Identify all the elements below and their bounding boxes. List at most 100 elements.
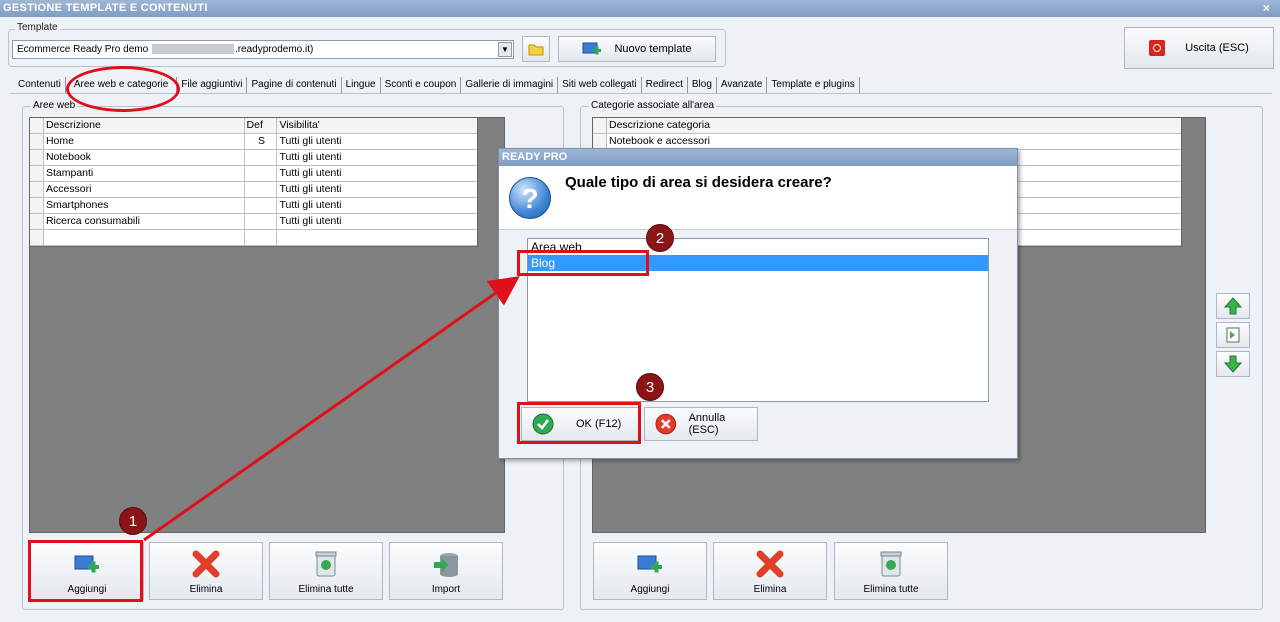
annotation-box-blog [517,250,649,276]
col-visibilita[interactable]: Visibilita' [277,118,477,133]
delete-x-icon [755,550,785,578]
add-category-button[interactable]: Aggiungi [593,542,707,600]
cell-descrizione: Smartphones [44,198,245,213]
categorie-legend: Categorie associate all'area [589,100,717,111]
tab-pagine[interactable]: Pagine di contenuti [247,77,342,94]
cell-descrizione: Notebook [44,150,245,165]
recycle-bin-icon [311,550,341,578]
tab-template-plugins[interactable]: Template e plugins [767,77,860,94]
table-row[interactable]: Notebook Tutti gli utenti [30,150,477,166]
cancel-button[interactable]: Annulla (ESC) [644,407,758,441]
dialog-title: READY PRO [499,149,1017,166]
delete-category-button[interactable]: Elimina [713,542,827,600]
tab-avanzate[interactable]: Avanzate [717,77,768,94]
window-titlebar: GESTIONE TEMPLATE E CONTENUTI × [0,0,1280,17]
annotation-number-3: 3 [636,373,664,401]
reorder-button[interactable] [1216,322,1250,348]
tab-lingue[interactable]: Lingue [342,77,381,94]
move-down-button[interactable] [1216,351,1250,377]
recycle-bin-icon [876,550,906,578]
new-template-label: Nuovo template [614,43,692,55]
dialog-header: ? Quale tipo di area si desidera creare? [499,166,1017,230]
table-row[interactable] [30,230,477,246]
annotation-box-add [28,540,143,602]
new-template-button[interactable]: Nuovo template [558,36,716,62]
delete-all-categories-label: Elimina tutte [863,584,919,595]
cell-def [245,198,278,213]
exit-label: Uscita (ESC) [1185,42,1249,54]
col-descrizione-categoria[interactable]: Descrizione categoria [607,118,1181,133]
power-icon [1149,40,1166,56]
tab-file-aggiuntivi[interactable]: File aggiuntivi [177,77,248,94]
delete-area-label: Elimina [189,584,223,595]
swap-icon [1226,327,1240,343]
cell-descrizione: Ricerca consumabili [44,214,245,229]
delete-category-label: Elimina [753,584,787,595]
aree-web-grid: Descrizione Def Visibilita' Home S Tutti g… [29,117,478,247]
delete-all-areas-button[interactable]: Elimina tutte [269,542,383,600]
add-window-icon [635,550,665,578]
cell-descrizione: Accessori [44,182,245,197]
import-button[interactable]: Import [389,542,503,600]
col-def[interactable]: Def [244,118,278,133]
cell-categoria: Notebook e accessori [609,135,710,147]
move-up-button[interactable] [1216,293,1250,319]
chevron-down-icon[interactable]: ▼ [498,42,512,57]
table-row[interactable]: Ricerca consumabili Tutti gli utenti [30,214,477,230]
open-folder-button[interactable] [522,36,550,62]
table-row[interactable]: Accessori Tutti gli utenti [30,182,477,198]
annotation-box-ok [517,402,641,444]
cell-def [245,230,278,245]
tab-sconti[interactable]: Sconti e coupon [381,77,462,94]
delete-area-button[interactable]: Elimina [149,542,263,600]
add-window-icon [582,42,602,55]
add-category-label: Aggiungi [630,584,670,595]
template-combo-suffix: .readyprodemo.it) [234,44,314,55]
template-combo-prefix: Ecommerce Ready Pro demo [17,44,149,55]
arrow-up-icon [1223,297,1243,315]
tab-divider [10,93,1272,94]
cell-def [245,150,278,165]
close-icon[interactable]: × [1263,0,1270,17]
cell-visibilita: Tutti gli utenti [279,199,342,211]
cell-visibilita: Tutti gli utenti [279,167,342,179]
exit-button[interactable]: Uscita (ESC) [1124,27,1274,69]
delete-all-categories-button[interactable]: Elimina tutte [834,542,948,600]
database-import-icon [431,550,461,578]
template-combo[interactable]: Ecommerce Ready Pro demo .readyprodemo.i… [12,40,514,59]
cell-visibilita [277,230,477,245]
annotation-number-2: 2 [646,224,674,252]
aree-web-legend: Aree web [31,100,78,111]
annotation-tab-highlight [66,66,180,112]
table-row[interactable]: Smartphones Tutti gli utenti [30,198,477,214]
cell-def [245,182,278,197]
tab-redirect[interactable]: Redirect [642,77,688,94]
delete-all-areas-label: Elimina tutte [298,584,354,595]
table-row[interactable]: Home S Tutti gli utenti [30,134,477,150]
tab-siti[interactable]: Siti web collegati [558,77,642,94]
tab-blog[interactable]: Blog [688,77,717,94]
question-icon: ? [509,177,551,219]
tab-gallerie[interactable]: Gallerie di immagini [461,77,559,94]
tab-contenuti[interactable]: Contenuti [14,77,66,94]
table-row[interactable]: Stampanti Tutti gli utenti [30,166,477,182]
dialog-question: Quale tipo di area si desidera creare? [565,174,832,191]
cell-descrizione [44,230,245,245]
cell-descrizione: Home [44,134,245,149]
cell-def [245,214,278,229]
template-legend: Template [15,22,60,33]
cell-visibilita: Tutti gli utenti [279,151,342,163]
arrow-down-icon [1223,355,1243,373]
import-label: Import [431,584,461,595]
cell-visibilita: Tutti gli utenti [279,215,342,227]
window-title: GESTIONE TEMPLATE E CONTENUTI [3,2,208,14]
grid-header: Descrizione Def Visibilita' [30,118,477,134]
cell-descrizione: Stampanti [44,166,245,181]
cancel-label: Annulla (ESC) [688,412,726,436]
delete-x-icon [191,550,221,578]
folder-icon [528,44,544,56]
cell-visibilita: Tutti gli utenti [279,135,342,147]
grid-header: Descrizione categoria [593,118,1181,134]
cell-def [245,166,278,181]
col-descrizione[interactable]: Descrizione [43,118,245,133]
